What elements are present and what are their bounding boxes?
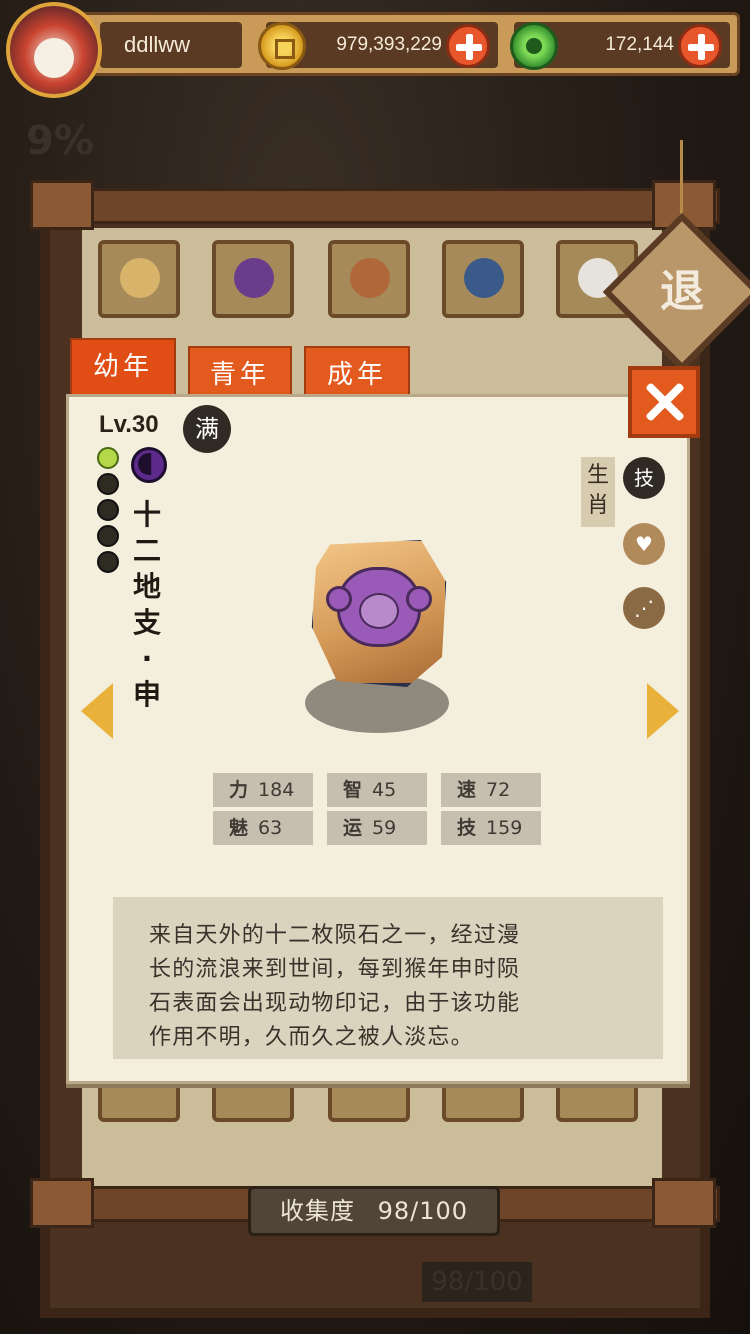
shelf-top-beam <box>30 188 720 224</box>
share-icon[interactable]: ⋰ <box>623 587 665 629</box>
shelf-post <box>30 1178 94 1228</box>
gold-coin-icon <box>258 22 306 70</box>
stat-charm: 魅 63 <box>213 811 313 845</box>
stat-strength: 力 184 <box>213 773 313 807</box>
item-name-char: 支 <box>132 606 161 639</box>
item-name-char: 十 <box>132 498 161 531</box>
tab-youth[interactable]: 青年 <box>188 346 292 400</box>
stat-value: 184 <box>258 779 295 801</box>
collection-progress: 收集度 98/100 <box>248 1186 500 1236</box>
player-avatar[interactable] <box>6 2 102 98</box>
tab-childhood[interactable]: 幼年 <box>70 338 176 396</box>
heart-icon[interactable]: ♥ <box>623 523 665 565</box>
arrow-right-icon[interactable] <box>647 683 679 739</box>
collection-slot[interactable] <box>98 1082 180 1122</box>
collection-slot[interactable] <box>328 1082 410 1122</box>
description-line: 长的流浪来到世间，每到猴年申时陨 <box>149 957 521 982</box>
stat-value: 72 <box>486 779 511 801</box>
stat-skill: 技 159 <box>441 811 541 845</box>
item-icon <box>120 258 160 298</box>
collection-slot[interactable] <box>328 240 410 318</box>
stat-luck: 运 59 <box>327 811 427 845</box>
jade-coin-icon <box>510 22 558 70</box>
stat-label: 智 <box>343 779 363 801</box>
collection-slot[interactable] <box>212 240 294 318</box>
tab-adulthood[interactable]: 成年 <box>304 346 410 400</box>
stat-value: 59 <box>372 817 397 839</box>
moon-element-icon <box>131 447 167 483</box>
max-level-badge: 满 <box>183 405 231 453</box>
skill-icon[interactable]: 技 <box>623 457 665 499</box>
description-line: 石表面会出现动物印记，由于该功能 <box>149 991 521 1016</box>
item-icon <box>234 258 274 298</box>
item-icon <box>464 258 504 298</box>
gem-icon <box>97 473 119 495</box>
player-name: ddllww <box>100 22 242 68</box>
star-gems <box>97 447 121 577</box>
collection-slot[interactable] <box>442 1082 524 1122</box>
category-tag: 生肖 <box>581 457 615 527</box>
shelf-post <box>30 180 94 230</box>
gem-icon <box>97 551 119 573</box>
shelf-post <box>652 1178 716 1228</box>
item-name-char: · <box>141 642 153 675</box>
stat-intellect: 智 45 <box>327 773 427 807</box>
collection-slot[interactable] <box>442 240 524 318</box>
close-icon[interactable] <box>628 366 700 438</box>
stat-value: 45 <box>372 779 397 801</box>
description-line: 作用不明，久而久之被人淡忘。 <box>149 1025 474 1050</box>
arrow-left-icon[interactable] <box>81 683 113 739</box>
item-name-char: 申 <box>132 678 161 711</box>
item-name-char: 二 <box>132 534 161 567</box>
gem-icon <box>97 447 119 469</box>
stat-label: 技 <box>457 817 477 839</box>
collection-slot[interactable] <box>212 1082 294 1122</box>
monkey-face-icon <box>359 593 399 629</box>
stat-value: 159 <box>486 817 523 839</box>
description-line: 来自天外的十二枚陨石之一，经过漫 <box>149 923 521 948</box>
gem-icon <box>97 525 119 547</box>
item-description: 来自天外的十二枚陨石之一，经过漫 长的流浪来到世间，每到猴年申时陨 石表面会出现… <box>113 897 663 1059</box>
collection-slot[interactable] <box>556 1082 638 1122</box>
ghost-percent-text: 9% <box>26 118 94 164</box>
collection-slot[interactable] <box>98 240 180 318</box>
add-gold-button[interactable] <box>446 24 490 68</box>
item-name-char: 地 <box>132 570 161 603</box>
item-detail-panel: Lv.30 满 十 二 地 支 · 申 生肖 技 ♥ ⋰ 力 184 智 45 速7… <box>66 394 690 1084</box>
background-collection-value: 98/100 <box>422 1262 532 1302</box>
item-icon <box>350 258 390 298</box>
item-level: Lv.30 <box>99 411 159 438</box>
retreat-button[interactable]: 退 <box>626 236 738 348</box>
stat-value: 63 <box>258 817 283 839</box>
add-jade-button[interactable] <box>678 24 722 68</box>
stat-label: 速 <box>457 779 477 801</box>
stat-label: 力 <box>229 779 249 801</box>
stat-label: 魅 <box>229 817 249 839</box>
collection-value: 98/100 <box>377 1197 469 1225</box>
stat-label: 运 <box>343 817 363 839</box>
item-name: 十 二 地 支 · 申 <box>129 497 165 713</box>
collection-label: 收集度 <box>279 1197 355 1225</box>
stat-speed: 速 72 <box>441 773 541 807</box>
gem-icon <box>97 499 119 521</box>
